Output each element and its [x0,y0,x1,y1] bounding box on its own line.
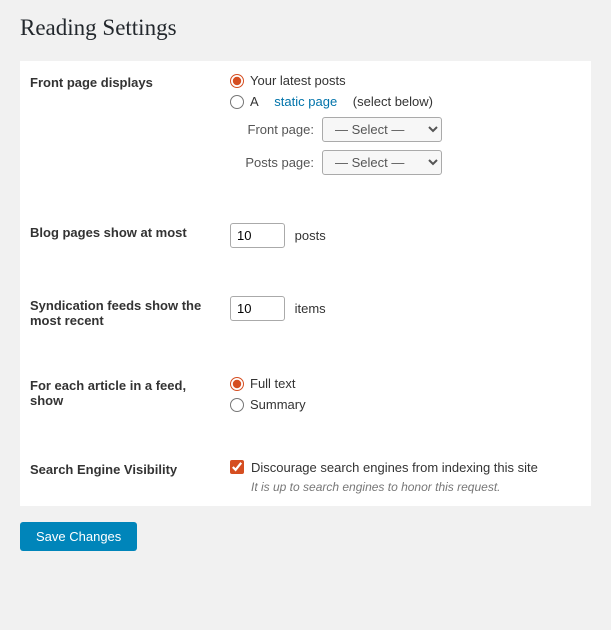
radio-label-summary: Summary [250,397,306,412]
suffix-syndication: items [295,301,326,316]
label-search-engine: Search Engine Visibility [20,448,220,506]
radio-summary[interactable] [230,398,244,412]
field-front-page: Your latest posts A static page (select … [220,61,591,187]
radio-item-summary: Summary [230,397,581,412]
radio-label-static-page-a: A [250,94,259,109]
field-search-engine: Discourage search engines from indexing … [220,448,591,506]
input-syndication[interactable] [230,296,285,321]
label-front-page-select: Front page: [234,122,314,137]
separator-4 [20,424,591,448]
radio-static-page[interactable] [230,95,244,109]
label-posts-page-select: Posts page: [234,155,314,170]
radio-full-text[interactable] [230,377,244,391]
row-search-engine: Search Engine Visibility Discourage sear… [20,448,591,506]
checkbox-item-visibility: Discourage search engines from indexing … [230,460,581,475]
separator-2 [20,260,591,284]
label-feed-article: For each article in a feed, show [20,364,220,424]
row-feed-article: For each article in a feed, show Full te… [20,364,591,424]
suffix-blog-pages: posts [295,228,326,243]
radio-latest-posts[interactable] [230,74,244,88]
checkbox-discourage[interactable] [230,460,244,474]
page-title: Reading Settings [20,15,591,41]
field-feed-article: Full text Summary [220,364,591,424]
radio-label-full-text: Full text [250,376,296,391]
radio-item-static-page: A static page (select below) [230,94,581,109]
radio-item-full-text: Full text [230,376,581,391]
field-syndication: items [220,284,591,340]
save-button[interactable]: Save Changes [20,522,137,551]
subfield-posts-page: Posts page: — Select — [234,150,581,175]
separator-3 [20,340,591,364]
row-front-page: Front page displays Your latest posts A … [20,61,591,187]
label-syndication: Syndication feeds show the most recent [20,284,220,340]
hint-search-engine: It is up to search engines to honor this… [251,480,581,494]
checkbox-label-discourage: Discourage search engines from indexing … [251,460,538,475]
select-front-page[interactable]: — Select — [322,117,442,142]
row-syndication-feeds: Syndication feeds show the most recent i… [20,284,591,340]
row-blog-pages: Blog pages show at most posts [20,211,591,260]
input-blog-pages[interactable] [230,223,285,248]
radio-group-feed: Full text Summary [230,376,581,412]
settings-form: Front page displays Your latest posts A … [20,61,591,506]
radio-item-latest-posts: Your latest posts [230,73,581,88]
separator-1 [20,187,591,211]
radio-label-static-page-suffix: (select below) [353,94,433,109]
label-blog-pages: Blog pages show at most [20,211,220,260]
select-posts-page[interactable]: — Select — [322,150,442,175]
field-blog-pages: posts [220,211,591,260]
static-page-link[interactable]: static page [274,94,337,109]
radio-label-latest-posts: Your latest posts [250,73,346,88]
subfield-front-page: Front page: — Select — [234,117,581,142]
label-front-page: Front page displays [20,61,220,187]
page-wrapper: Reading Settings Front page displays You… [0,0,611,566]
radio-group-front-page: Your latest posts A static page (select … [230,73,581,109]
